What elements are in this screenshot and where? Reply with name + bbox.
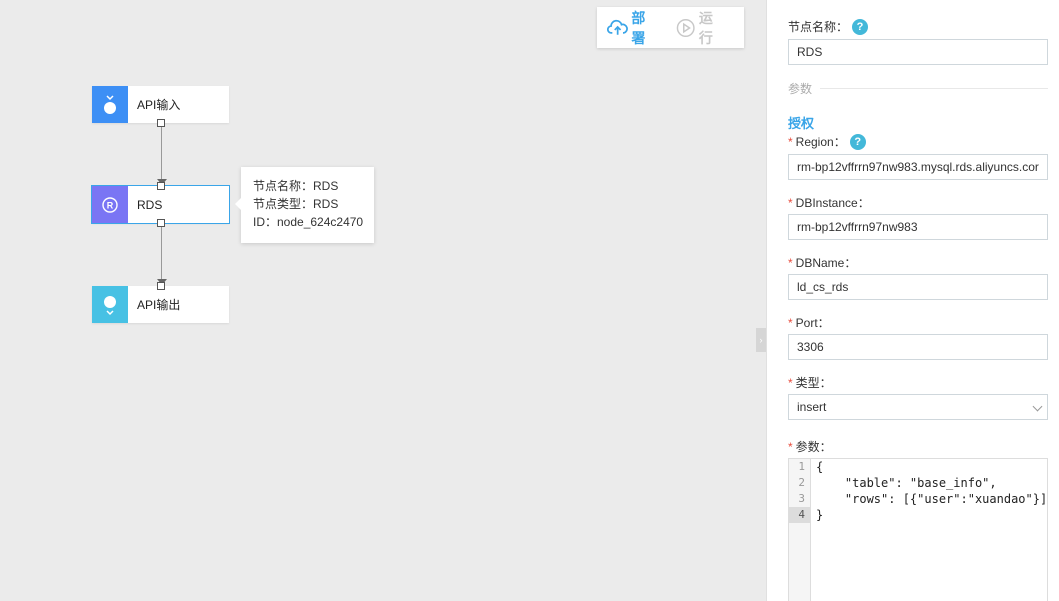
node-name-label-row: 节点名称： ?	[788, 18, 869, 35]
tooltip-node-type: 节点类型：RDS	[253, 197, 339, 211]
node-input-port[interactable]	[157, 282, 165, 290]
api-output-icon	[92, 286, 128, 323]
node-api-input[interactable]: API输入	[92, 86, 229, 123]
help-icon[interactable]: ?	[852, 18, 869, 35]
node-output-port[interactable]	[157, 119, 165, 127]
run-label: 运行	[698, 9, 713, 46]
region-label-row: * Region： ?	[788, 133, 866, 150]
type-label-row: * 类型：	[788, 374, 832, 391]
properties-panel: 节点名称： ? RDS 参数 授权 * Region： ? rm-bp12vff…	[766, 0, 1059, 601]
line-number: 1	[798, 460, 805, 473]
auth-section-title: 授权	[788, 116, 815, 131]
line-number-gutter: 1 2 3 4	[789, 459, 811, 601]
code-line: }	[816, 508, 824, 522]
dbinstance-input[interactable]: rm-bp12vffrrn97nw983	[788, 214, 1048, 240]
required-mark: *	[788, 315, 793, 330]
edge-rds-to-output[interactable]	[161, 227, 162, 283]
tooltip-node-name: 节点名称：RDS	[253, 179, 339, 193]
deploy-label: 部署	[631, 9, 646, 46]
node-label: API输入	[137, 98, 181, 112]
dbinstance-label: DBInstance：	[795, 196, 870, 210]
line-number: 2	[798, 476, 805, 489]
params-label: 参数：	[795, 440, 832, 454]
params-label-row: * 参数：	[788, 438, 832, 455]
chevron-down-icon	[1032, 401, 1043, 412]
required-mark: *	[788, 439, 793, 454]
type-select-value: insert	[797, 400, 827, 414]
help-icon[interactable]: ?	[849, 133, 866, 150]
canvas-toolbar: 部署 运行	[597, 7, 744, 48]
node-tooltip: 节点名称：RDS 节点类型：RDS ID：node_624c2470	[235, 167, 374, 243]
play-circle-icon	[677, 18, 696, 37]
node-name-label: 节点名称：	[788, 20, 849, 34]
port-label: Port：	[795, 316, 830, 330]
region-label: Region：	[795, 135, 846, 149]
flow-canvas[interactable]: 部署 运行 API输入 R RDS API输出 节点名称：RDS 节点类型：RD…	[0, 0, 766, 601]
required-mark: *	[788, 195, 793, 210]
dbname-label: DBName：	[795, 256, 857, 270]
region-input[interactable]: rm-bp12vffrrn97nw983.mysql.rds.aliyuncs.…	[788, 154, 1048, 180]
edge-input-to-rds[interactable]	[161, 127, 162, 183]
code-line: "rows": [{"user":"xuandao"}]	[816, 492, 1048, 506]
required-mark: *	[788, 375, 793, 390]
required-mark: *	[788, 134, 793, 149]
divider	[820, 88, 1048, 89]
params-section-label: 参数	[788, 82, 813, 96]
node-rds[interactable]: R RDS	[91, 185, 230, 224]
rds-icon-letter: R	[107, 200, 114, 210]
node-output-port[interactable]	[157, 219, 165, 227]
rds-icon: R	[92, 186, 128, 223]
cloud-upload-icon	[607, 19, 628, 35]
dbname-label-row: * DBName：	[788, 254, 856, 271]
params-section-title: 参数	[788, 80, 1048, 97]
node-label: RDS	[137, 197, 163, 212]
code-line: "table": "base_info",	[816, 476, 997, 490]
port-input[interactable]: 3306	[788, 334, 1048, 360]
line-number: 3	[798, 492, 805, 505]
tooltip-node-id: ID：node_624c2470	[253, 215, 364, 229]
type-select[interactable]: insert	[788, 394, 1048, 420]
dbname-input[interactable]: ld_cs_rds	[788, 274, 1048, 300]
node-label: API输出	[137, 298, 181, 312]
params-code-editor[interactable]: 1 2 3 4 { "table": "base_info", "rows": …	[788, 458, 1048, 601]
line-number: 4	[789, 507, 810, 523]
code-body[interactable]: { "table": "base_info", "rows": [{"user"…	[816, 459, 1047, 523]
code-line: {	[816, 460, 824, 474]
panel-collapse-handle[interactable]: ›	[756, 328, 766, 352]
port-label-row: * Port：	[788, 314, 830, 331]
node-name-input[interactable]: RDS	[788, 39, 1048, 65]
deploy-button[interactable]: 部署	[607, 8, 658, 48]
chevron-right-icon: ›	[759, 335, 763, 345]
required-mark: *	[788, 255, 793, 270]
run-button[interactable]: 运行	[676, 8, 726, 48]
api-input-icon	[92, 86, 128, 123]
node-input-port[interactable]	[157, 182, 165, 190]
dbinstance-label-row: * DBInstance：	[788, 194, 870, 211]
type-label: 类型：	[795, 376, 832, 390]
node-api-output[interactable]: API输出	[92, 286, 229, 323]
